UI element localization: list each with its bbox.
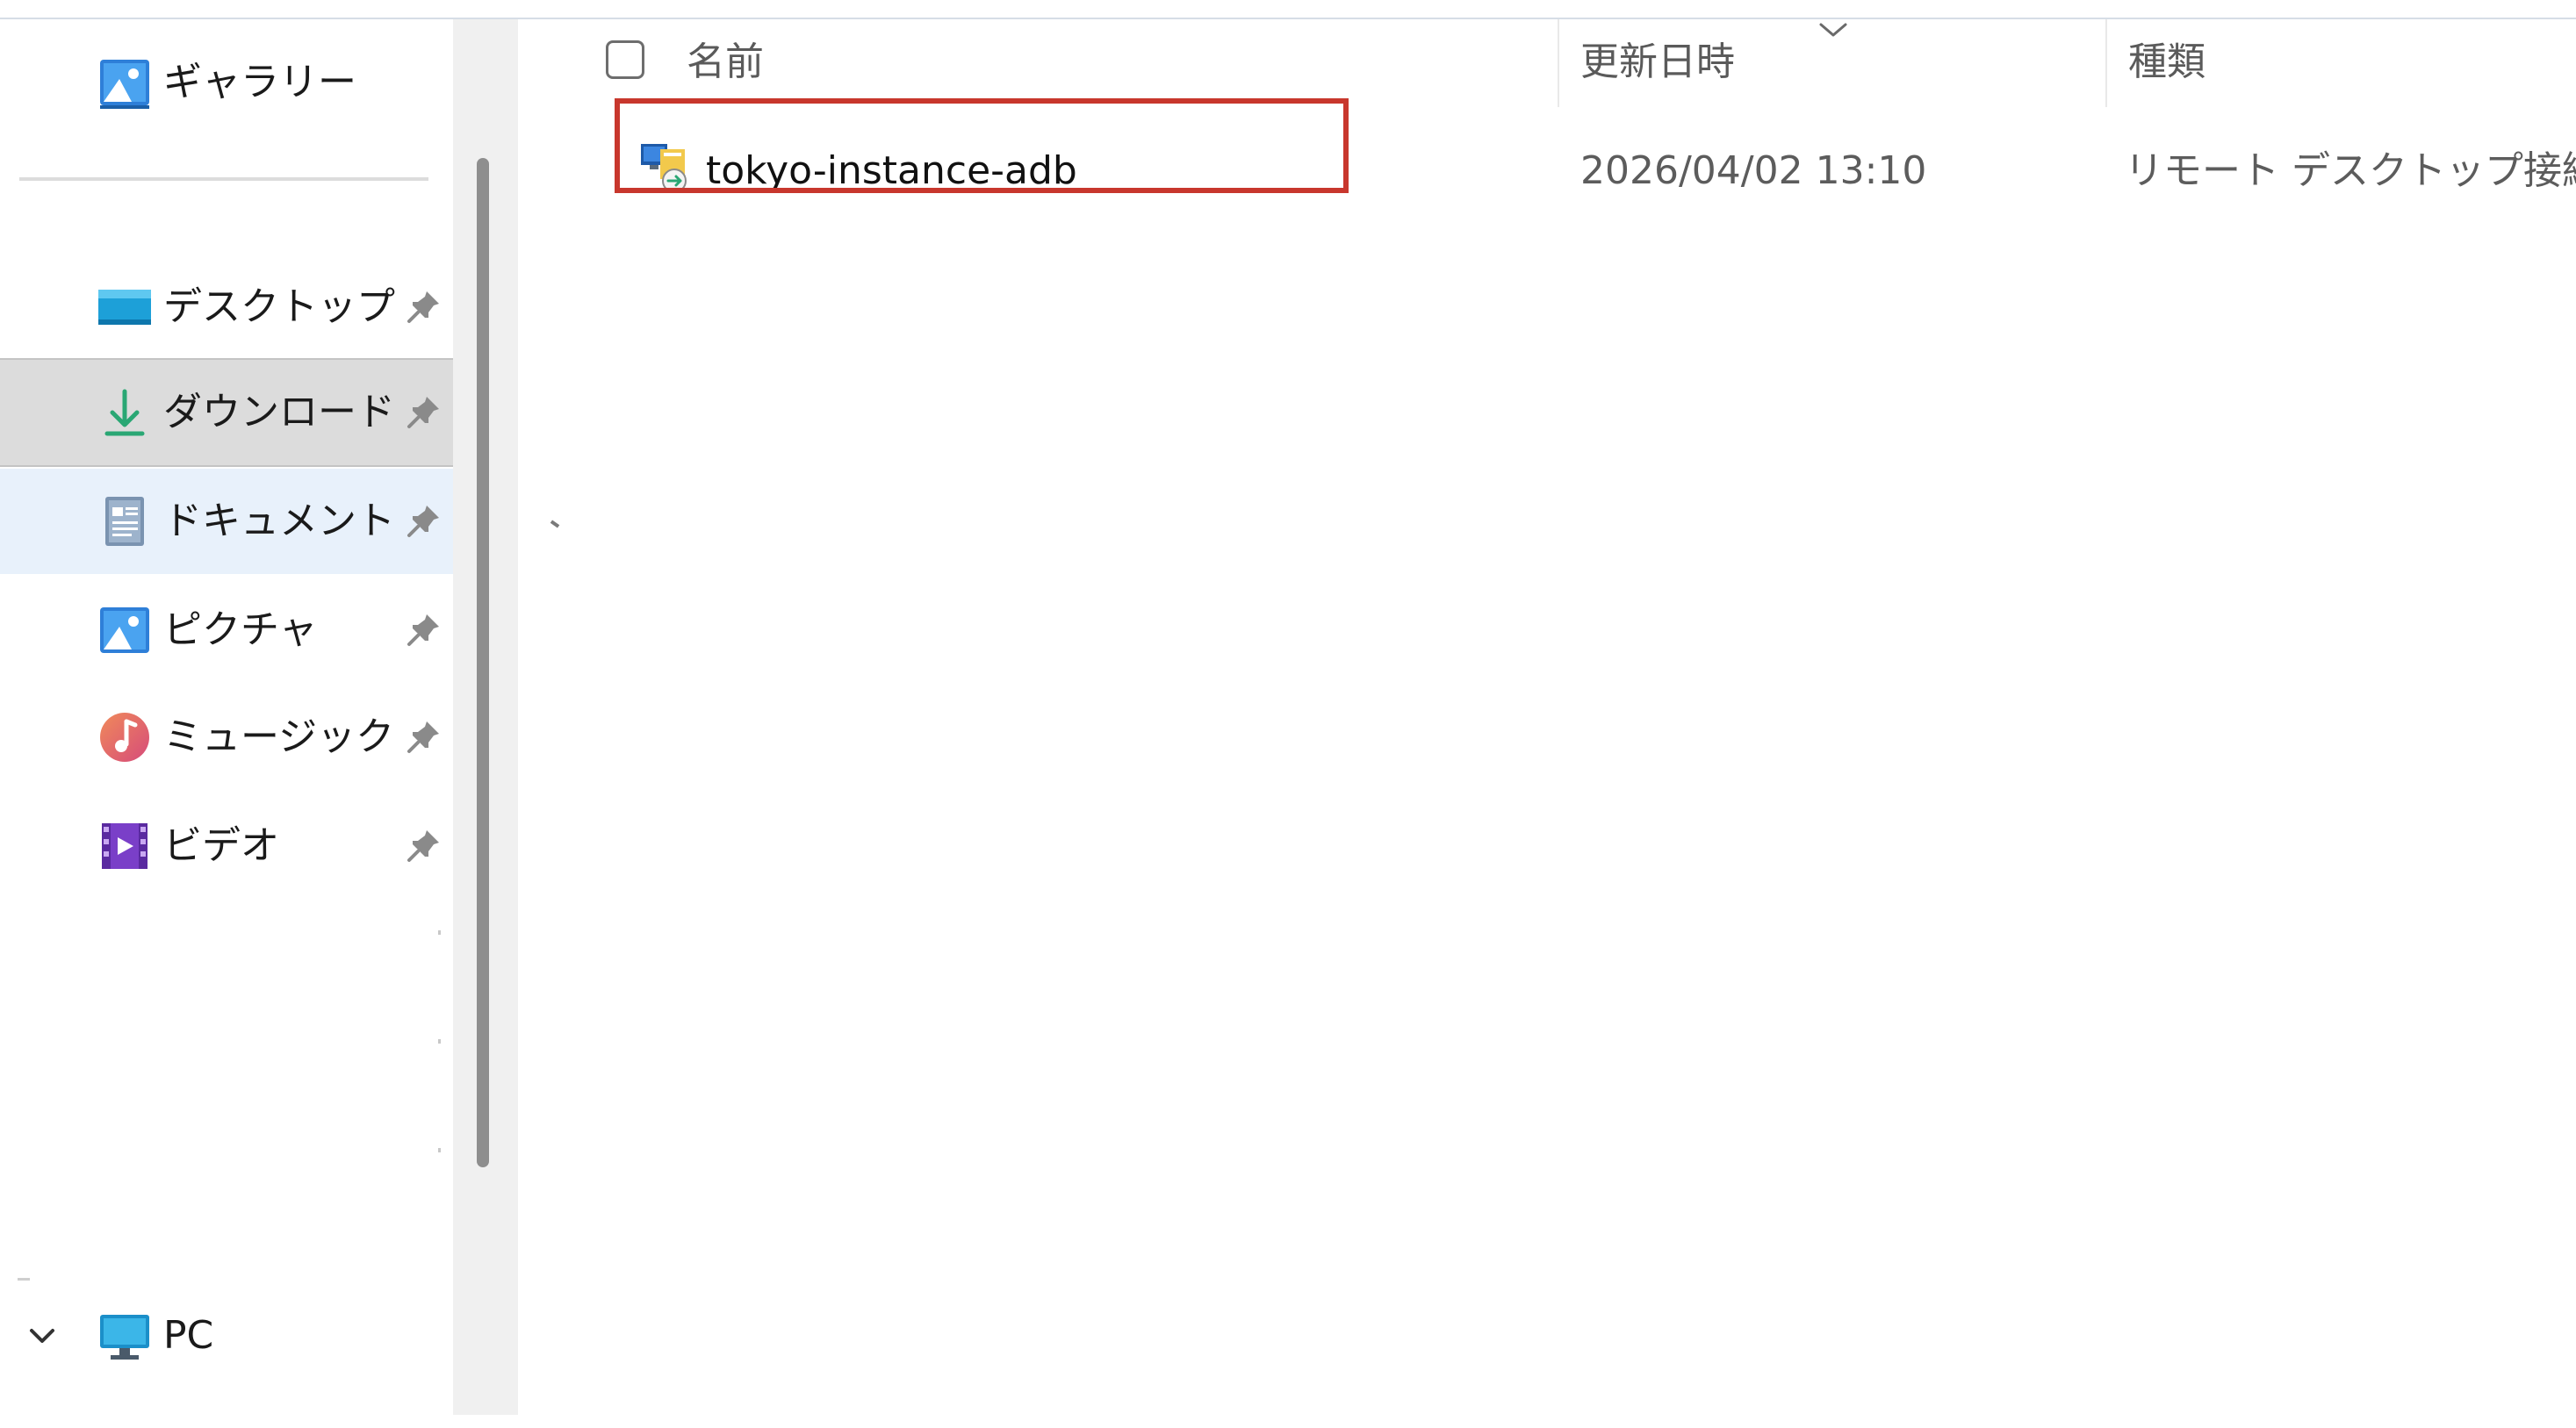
music-icon [100,713,149,762]
faint-marker [438,1148,441,1152]
pin-icon[interactable] [402,391,444,434]
navigation-pane: ギャラリー デスクトップ ダウンロード ドキュメント ピクチャ ミュージック ビ… [0,19,453,1428]
sidebar-item-label: ダウンロード [163,390,395,434]
pin-icon[interactable] [402,716,444,758]
sidebar-item-pictures[interactable]: ピクチャ [0,578,453,683]
sidebar-item-label: PC [163,1313,214,1358]
sidebar-item-desktop[interactable]: デスクトップ [0,255,453,360]
sidebar-item-label: デスクトップ [163,284,395,329]
divider [19,177,428,181]
sidebar-item-label: ドキュメント [163,499,395,543]
sidebar-item-label: ミュージック [163,714,395,759]
pc-monitor-icon [100,1315,149,1360]
pin-icon[interactable] [402,825,444,867]
file-list-view: 名前 更新日時 種類 tokyo-instance-adb 2026/04/02… [518,19,2576,1428]
desktop-folder-icon [98,290,151,325]
column-divider[interactable] [1558,19,1559,107]
column-divider[interactable] [2105,19,2107,107]
download-icon [104,389,145,436]
faint-marker [438,930,441,935]
pin-icon[interactable] [402,286,444,328]
sidebar-item-documents[interactable]: ドキュメント [0,469,453,574]
column-header-name[interactable]: 名前 [687,40,764,84]
column-header-type[interactable]: 種類 [2128,40,2205,84]
pictures-icon [100,607,149,653]
select-all-checkbox[interactable] [606,40,644,79]
gallery-icon [100,60,149,109]
sidebar-item-label: ギャラリー [163,60,356,104]
sidebar-item-music[interactable]: ミュージック [0,685,453,790]
sort-descending-icon [1819,23,1847,37]
sidebar-item-downloads[interactable]: ダウンロード [0,358,453,467]
window-top-border [0,0,2576,20]
file-modified-date: 2026/04/02 13:10 [1580,148,1927,193]
column-header-modified[interactable]: 更新日時 [1580,40,1735,84]
window-bottom-edge [453,1415,2576,1428]
sidebar-item-label: ビデオ [163,823,279,868]
file-type: リモート デスクトップ接続 [2125,148,2576,193]
faint-marker [18,1278,30,1281]
pin-icon[interactable] [402,500,444,542]
chevron-down-icon[interactable] [25,1318,60,1353]
navigation-scrollbar-thumb[interactable] [477,158,489,1167]
sidebar-item-label: ピクチャ [163,607,318,652]
video-icon [102,823,148,869]
faint-marker [438,1039,441,1044]
sidebar-item-gallery[interactable]: ギャラリー [0,30,453,135]
sidebar-item-videos[interactable]: ビデオ [0,793,453,899]
document-icon [105,497,144,546]
column-header-row: 名前 更新日時 種類 [518,19,2576,107]
sidebar-item-pc[interactable]: PC [0,1283,453,1389]
annotation-highlight-box [615,98,1349,193]
pin-icon[interactable] [402,609,444,651]
